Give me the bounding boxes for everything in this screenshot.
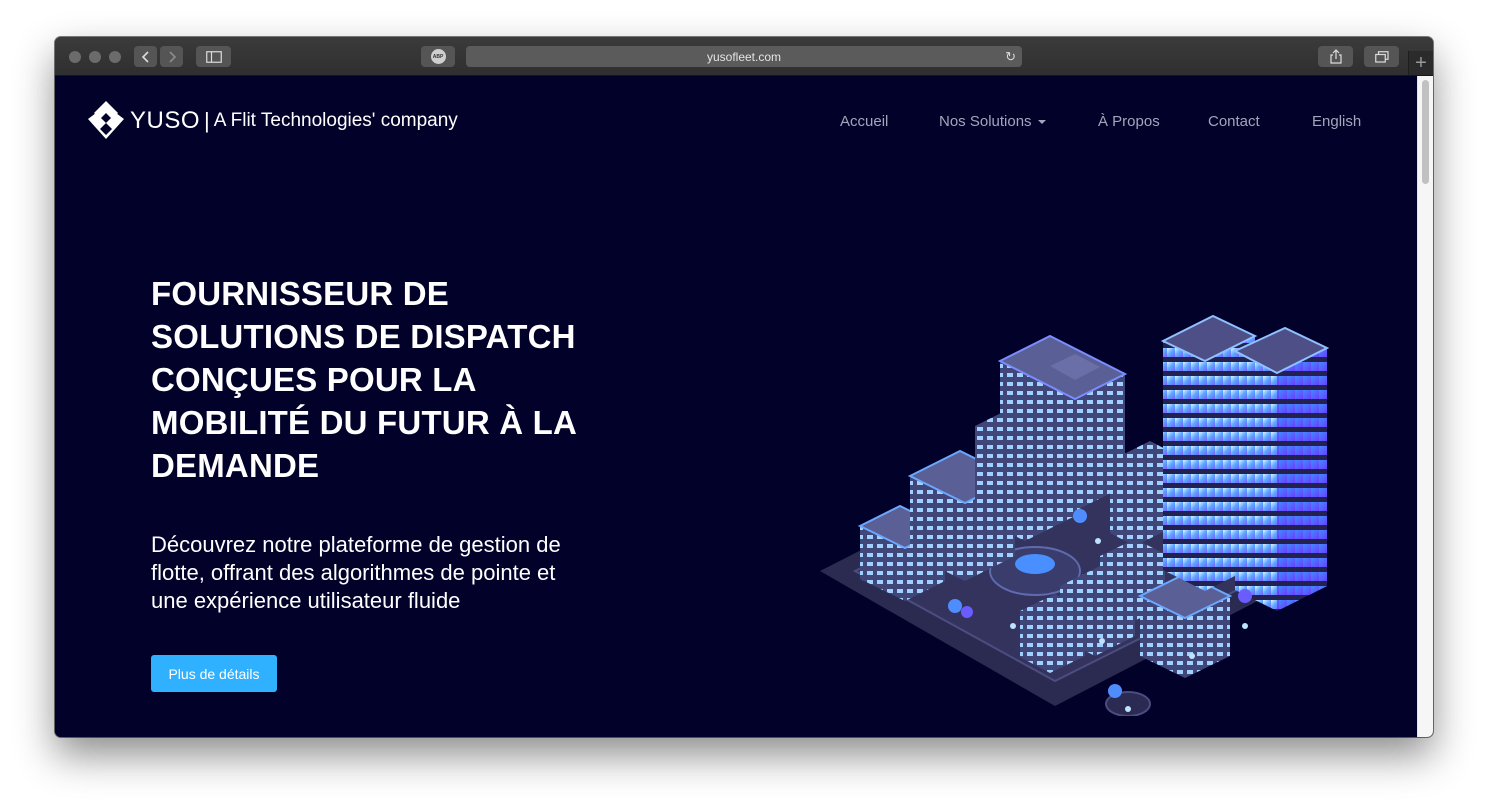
page-viewport: YUSO | A Flit Technologies' company Accu… <box>55 76 1418 737</box>
nav-item-english[interactable]: English <box>1312 113 1361 130</box>
adblock-button[interactable]: ABP <box>421 46 455 67</box>
brand-name: YUSO <box>130 107 201 134</box>
nav-item-contact[interactable]: Contact <box>1208 113 1260 130</box>
hero-subtitle-line: flotte, offrant des algorithmes de point… <box>151 560 556 585</box>
hero-title: FOURNISSEUR DE SOLUTIONS DE DISPATCH CON… <box>151 272 591 487</box>
close-window-button[interactable] <box>69 51 81 63</box>
chevron-right-icon <box>168 50 176 63</box>
zoom-window-button[interactable] <box>109 51 121 63</box>
share-icon <box>1329 49 1342 64</box>
minimize-window-button[interactable] <box>89 51 101 63</box>
hero-subtitle-line: une expérience utilisateur fluide <box>151 588 461 613</box>
new-tab-button[interactable]: + <box>1408 51 1433 75</box>
address-bar-url: yusofleet.com <box>706 49 782 64</box>
hero-title-line: DEMANDE <box>151 447 320 484</box>
tabs-icon <box>1374 50 1389 63</box>
caret-down-icon <box>1037 120 1046 125</box>
address-bar[interactable]: yusofleet.com ↻ <box>466 46 1022 67</box>
browser-titlebar: ABP yusofleet.com ↻ + <box>55 37 1433 76</box>
reload-icon[interactable]: ↻ <box>1005 49 1016 65</box>
brand-separator: | <box>204 108 210 133</box>
chevron-left-icon <box>141 50 149 63</box>
back-button[interactable] <box>134 46 157 67</box>
tabs-overview-button[interactable] <box>1364 46 1399 67</box>
scrollbar-thumb[interactable] <box>1422 80 1429 184</box>
browser-window: ABP yusofleet.com ↻ + YUSO | A Flit Tech… <box>55 37 1433 737</box>
brand-tagline: A Flit Technologies' company <box>213 110 458 131</box>
adblock-icon: ABP <box>430 49 446 64</box>
page-scrollbar[interactable] <box>1417 76 1433 737</box>
sidebar-toggle-button[interactable] <box>196 46 231 67</box>
hero-title-line: CONÇUES POUR LA <box>151 361 477 398</box>
forward-button[interactable] <box>160 46 183 67</box>
sidebar-icon <box>205 50 222 63</box>
site-logo[interactable]: YUSO | A Flit Technologies' company <box>86 101 458 141</box>
yuso-logo-icon <box>88 101 124 139</box>
isometric-city-illustration <box>820 314 1330 716</box>
nav-item-solutions[interactable]: Nos Solutions <box>939 113 1046 130</box>
hero-title-line: SOLUTIONS DE DISPATCH <box>151 318 576 355</box>
share-button[interactable] <box>1318 46 1353 67</box>
hero-subtitle-line: Découvrez notre plateforme de gestion de <box>151 532 561 557</box>
details-button[interactable]: Plus de détails <box>151 655 277 692</box>
hero-title-line: FOURNISSEUR DE <box>151 275 449 312</box>
hero-title-line: MOBILITÉ DU FUTUR À LA <box>151 404 578 441</box>
hero-subtitle: Découvrez notre plateforme de gestion de… <box>151 531 601 615</box>
nav-item-solutions-label: Nos Solutions <box>939 113 1032 130</box>
nav-item-a-propos[interactable]: À Propos <box>1098 113 1160 130</box>
nav-item-accueil[interactable]: Accueil <box>840 113 888 130</box>
